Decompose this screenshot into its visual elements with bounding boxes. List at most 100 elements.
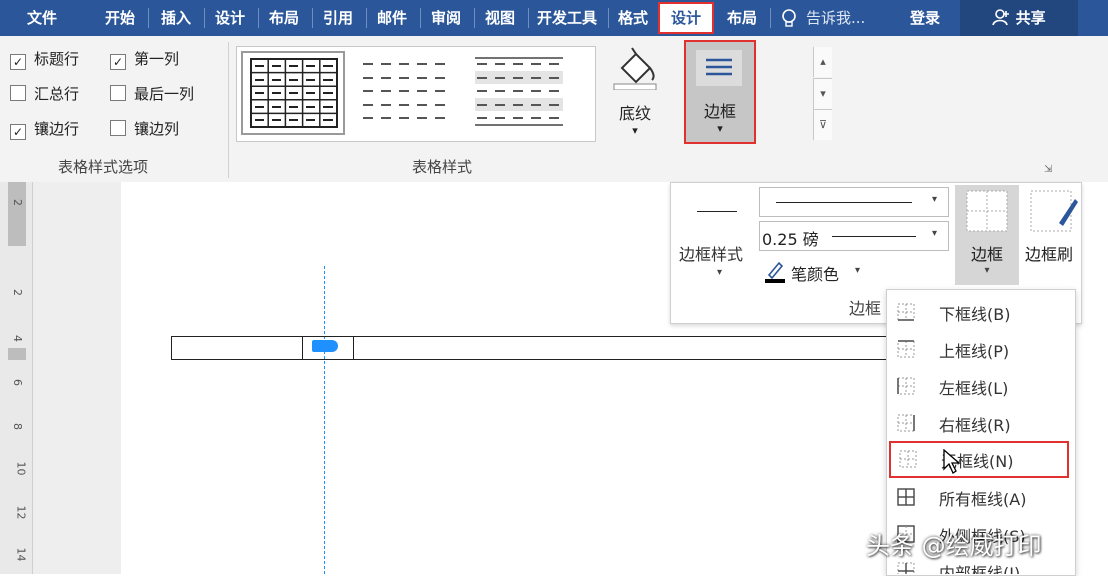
tab-layout[interactable]: 布局	[260, 0, 308, 36]
tab-design[interactable]: 设计	[206, 0, 254, 36]
tab-view[interactable]: 视图	[476, 0, 524, 36]
right-border-icon	[897, 414, 915, 432]
tab-mailings[interactable]: 邮件	[368, 0, 416, 36]
tab-table-layout[interactable]: 布局	[718, 0, 766, 36]
menu-bar: 文件 开始 插入 设计 布局 引用 邮件 审阅 视图 开发工具 格式 设计 布局…	[0, 0, 1108, 36]
login-link[interactable]: 登录	[900, 0, 950, 36]
tab-developer[interactable]: 开发工具	[528, 0, 606, 36]
tab-references[interactable]: 引用	[314, 0, 362, 36]
border-grid-icon	[965, 189, 1009, 237]
watermark: 头条 @绘威打印	[866, 532, 1042, 560]
chevron-down-icon: ▾	[855, 265, 861, 276]
document-table[interactable]	[171, 336, 933, 360]
bottom-border-icon	[897, 303, 915, 321]
table-styles-gallery[interactable]: ▴ ▾ ⊽	[236, 46, 832, 142]
cursor-marker-icon	[312, 340, 338, 352]
pen-icon	[763, 259, 787, 287]
border-painter-button[interactable]: 边框刷	[1023, 185, 1079, 285]
ribbon: ✓ 标题行 ✓ 第一列 汇总行 最后一列 ✓ 镶边行 镶边列 表格样式选项 ▴ …	[0, 36, 1080, 183]
shading-button[interactable]: 底纹 ▾	[604, 46, 666, 146]
border-painter-icon	[1029, 189, 1079, 237]
header-row-checkbox[interactable]: ✓ 标题行	[10, 48, 79, 70]
table-style-light[interactable]	[469, 51, 573, 135]
borders-dropdown-button[interactable]: 边框 ▾	[955, 185, 1019, 285]
shading-label: 底纹	[618, 104, 651, 123]
column-guide-line	[324, 266, 325, 574]
share-label: 共享	[1015, 9, 1046, 27]
no-border-icon	[899, 450, 917, 468]
banded-rows-checkbox[interactable]: ✓ 镶边行	[10, 118, 79, 140]
ruler-number: 2	[11, 289, 24, 296]
ribbon-edge	[1080, 36, 1108, 182]
checkbox-icon	[110, 85, 126, 101]
tab-insert[interactable]: 插入	[152, 0, 200, 36]
tab-file[interactable]: 文件	[10, 0, 74, 36]
borders-label: 边框	[703, 102, 736, 121]
table-styles-label: 表格样式	[412, 158, 473, 176]
tab-table-design[interactable]: 设计	[658, 2, 714, 34]
chevron-down-icon: ▾	[632, 124, 638, 137]
gallery-up-button[interactable]: ▴	[813, 47, 832, 77]
ruler-number: 12	[14, 505, 28, 520]
line-weight-value: 0.25 磅	[762, 230, 819, 249]
checkbox-icon	[110, 120, 126, 136]
table-style-grid[interactable]	[241, 51, 345, 135]
borders-group-label: 边框	[849, 299, 882, 318]
menu-item-right-border[interactable]: 右框线(R)	[887, 404, 1075, 441]
mouse-pointer-icon	[943, 448, 961, 479]
first-column-checkbox[interactable]: ✓ 第一列	[110, 48, 179, 70]
total-row-checkbox[interactable]: 汇总行	[10, 83, 79, 105]
tab-format[interactable]: 格式	[610, 0, 656, 36]
borders-dropdown-label: 边框	[970, 245, 1003, 264]
chevron-down-icon: ▾	[717, 122, 723, 135]
vertical-ruler: 2 2 4 6 8 10 12 14	[0, 182, 33, 574]
all-borders-icon	[897, 488, 915, 506]
borders-button[interactable]: 边框 ▾	[684, 40, 756, 144]
pen-color-label: 笔颜色	[791, 265, 840, 284]
table-style-options-label: 表格样式选项	[58, 158, 149, 176]
person-icon	[992, 9, 1015, 27]
last-column-checkbox[interactable]: 最后一列	[110, 83, 194, 105]
menu-item-no-border[interactable]: 无框线(N)	[889, 441, 1069, 478]
more-icon: ⊽	[818, 118, 828, 131]
ruler-number: 2	[11, 199, 24, 206]
chevron-down-icon: ▾	[932, 194, 938, 205]
chevron-up-icon: ▴	[820, 55, 826, 68]
menu-item-left-border[interactable]: 左框线(L)	[887, 367, 1075, 404]
line-weight-select[interactable]: 0.25 磅 ▾	[759, 221, 949, 251]
tab-home[interactable]: 开始	[96, 0, 144, 36]
border-painter-label: 边框刷	[1025, 245, 1074, 264]
checkbox-icon	[10, 85, 26, 101]
checkbox-icon: ✓	[10, 124, 26, 140]
left-border-icon	[897, 377, 915, 395]
lightbulb-icon	[780, 8, 798, 32]
menu-item-bottom-border[interactable]: 下框线(B)	[887, 293, 1075, 330]
dialog-launcher-icon[interactable]: ⇲	[1044, 164, 1052, 175]
table-style-plain[interactable]	[355, 51, 459, 135]
border-style-label[interactable]: 边框样式	[679, 241, 743, 265]
page-margin	[33, 182, 121, 574]
ruler-number: 14	[14, 547, 28, 562]
line-style-select[interactable]: ▾	[759, 187, 949, 217]
inside-borders-icon	[897, 562, 915, 574]
gallery-down-button[interactable]: ▾	[813, 78, 832, 109]
border-lines-icon	[696, 50, 742, 90]
menu-item-top-border[interactable]: 上框线(P)	[887, 330, 1075, 367]
checkbox-icon: ✓	[110, 54, 126, 70]
menu-item-all-borders[interactable]: 所有框线(A)	[887, 478, 1075, 515]
chevron-down-icon: ▾	[932, 228, 938, 239]
border-style-preview	[697, 211, 737, 212]
share-button[interactable]: 共享	[960, 0, 1078, 36]
chevron-down-icon: ▾	[820, 87, 826, 100]
chevron-down-icon: ▾	[984, 265, 990, 276]
top-border-icon	[897, 340, 915, 358]
ruler-number: 6	[11, 379, 24, 386]
gallery-more-button[interactable]: ⊽	[813, 109, 832, 140]
paint-bucket-icon	[610, 46, 660, 94]
tab-review[interactable]: 审阅	[422, 0, 470, 36]
chevron-down-icon: ▾	[717, 267, 723, 278]
tell-me-box[interactable]: 告诉我...	[806, 0, 886, 36]
checkbox-icon: ✓	[10, 54, 26, 70]
ruler-number: 8	[11, 423, 24, 430]
banded-columns-checkbox[interactable]: 镶边列	[110, 118, 179, 140]
